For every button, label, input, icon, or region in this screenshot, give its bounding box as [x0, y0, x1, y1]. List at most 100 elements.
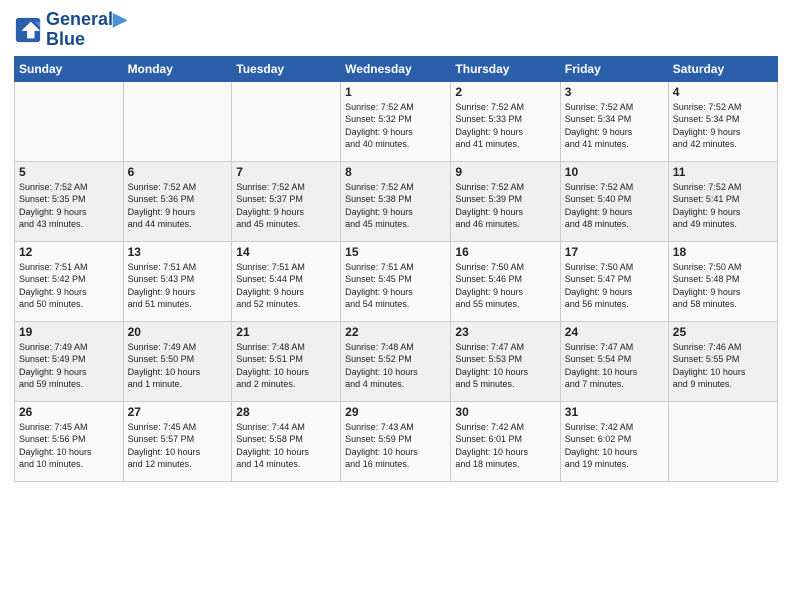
day-cell: 22 Sunrise: 7:48 AM Sunset: 5:52 PM Dayli… — [341, 321, 451, 401]
day-number: 8 — [345, 165, 446, 179]
day-info: Sunrise: 7:51 AM Sunset: 5:44 PM Dayligh… — [236, 261, 336, 311]
day-info: Sunrise: 7:45 AM Sunset: 5:56 PM Dayligh… — [19, 421, 119, 471]
calendar-body: 1Sunrise: 7:52 AM Sunset: 5:32 PM Daylig… — [15, 81, 778, 481]
day-info: Sunrise: 7:52 AM Sunset: 5:39 PM Dayligh… — [455, 181, 555, 231]
logo-icon — [14, 16, 42, 44]
day-info: Sunrise: 7:52 AM Sunset: 5:34 PM Dayligh… — [565, 101, 664, 151]
day-info: Sunrise: 7:49 AM Sunset: 5:49 PM Dayligh… — [19, 341, 119, 391]
day-cell: 26 Sunrise: 7:45 AM Sunset: 5:56 PM Dayli… — [15, 401, 124, 481]
day-cell: 13 Sunrise: 7:51 AM Sunset: 5:43 PM Dayli… — [123, 241, 232, 321]
week-row-5: 26 Sunrise: 7:45 AM Sunset: 5:56 PM Dayli… — [15, 401, 778, 481]
day-number: 31 — [565, 405, 664, 419]
day-cell: 4 Sunrise: 7:52 AM Sunset: 5:34 PM Daylig… — [668, 81, 777, 161]
day-number: 15 — [345, 245, 446, 259]
day-cell: 9 Sunrise: 7:52 AM Sunset: 5:39 PM Daylig… — [451, 161, 560, 241]
day-number: 25 — [673, 325, 773, 339]
day-info: Sunrise: 7:50 AM Sunset: 5:46 PM Dayligh… — [455, 261, 555, 311]
day-number: 22 — [345, 325, 446, 339]
day-number: 21 — [236, 325, 336, 339]
day-cell: 19 Sunrise: 7:49 AM Sunset: 5:49 PM Dayli… — [15, 321, 124, 401]
day-number: 7 — [236, 165, 336, 179]
logo-text: General▶ Blue — [46, 10, 127, 50]
day-number: 30 — [455, 405, 555, 419]
day-number: 28 — [236, 405, 336, 419]
day-info: Sunrise: 7:51 AM Sunset: 5:43 PM Dayligh… — [128, 261, 228, 311]
day-info: Sunrise: 7:52 AM Sunset: 5:35 PM Dayligh… — [19, 181, 119, 231]
day-info: Sunrise: 7:52 AM Sunset: 5:37 PM Dayligh… — [236, 181, 336, 231]
day-header-thursday: Thursday — [451, 56, 560, 81]
day-info: Sunrise: 7:49 AM Sunset: 5:50 PM Dayligh… — [128, 341, 228, 391]
day-number: 12 — [19, 245, 119, 259]
day-cell: 29 Sunrise: 7:43 AM Sunset: 5:59 PM Dayli… — [341, 401, 451, 481]
day-info: Sunrise: 7:52 AM Sunset: 5:33 PM Dayligh… — [455, 101, 555, 151]
day-cell: 18Sunrise: 7:50 AM Sunset: 5:48 PM Dayli… — [668, 241, 777, 321]
day-info: Sunrise: 7:52 AM Sunset: 5:34 PM Dayligh… — [673, 101, 773, 151]
day-info: Sunrise: 7:45 AM Sunset: 5:57 PM Dayligh… — [128, 421, 228, 471]
calendar-header-row: SundayMondayTuesdayWednesdayThursdayFrid… — [15, 56, 778, 81]
week-row-1: 1Sunrise: 7:52 AM Sunset: 5:32 PM Daylig… — [15, 81, 778, 161]
day-info: Sunrise: 7:52 AM Sunset: 5:32 PM Dayligh… — [345, 101, 446, 151]
day-info: Sunrise: 7:51 AM Sunset: 5:45 PM Dayligh… — [345, 261, 446, 311]
day-number: 9 — [455, 165, 555, 179]
day-header-tuesday: Tuesday — [232, 56, 341, 81]
day-cell: 11 Sunrise: 7:52 AM Sunset: 5:41 PM Dayli… — [668, 161, 777, 241]
day-cell: 8 Sunrise: 7:52 AM Sunset: 5:38 PM Daylig… — [341, 161, 451, 241]
day-cell: 24 Sunrise: 7:47 AM Sunset: 5:54 PM Dayli… — [560, 321, 668, 401]
calendar: SundayMondayTuesdayWednesdayThursdayFrid… — [14, 56, 778, 482]
day-cell — [15, 81, 124, 161]
day-number: 10 — [565, 165, 664, 179]
day-cell: 14 Sunrise: 7:51 AM Sunset: 5:44 PM Dayli… — [232, 241, 341, 321]
day-number: 16 — [455, 245, 555, 259]
day-number: 3 — [565, 85, 664, 99]
day-info: Sunrise: 7:50 AM Sunset: 5:47 PM Dayligh… — [565, 261, 664, 311]
week-row-3: 12 Sunrise: 7:51 AM Sunset: 5:42 PM Dayli… — [15, 241, 778, 321]
day-cell: 23Sunrise: 7:47 AM Sunset: 5:53 PM Dayli… — [451, 321, 560, 401]
day-number: 4 — [673, 85, 773, 99]
day-number: 2 — [455, 85, 555, 99]
logo: General▶ Blue — [14, 10, 127, 50]
day-header-sunday: Sunday — [15, 56, 124, 81]
day-header-saturday: Saturday — [668, 56, 777, 81]
day-number: 14 — [236, 245, 336, 259]
day-info: Sunrise: 7:47 AM Sunset: 5:53 PM Dayligh… — [455, 341, 555, 391]
day-number: 13 — [128, 245, 228, 259]
day-info: Sunrise: 7:48 AM Sunset: 5:52 PM Dayligh… — [345, 341, 446, 391]
day-info: Sunrise: 7:42 AM Sunset: 6:01 PM Dayligh… — [455, 421, 555, 471]
day-number: 19 — [19, 325, 119, 339]
day-info: Sunrise: 7:52 AM Sunset: 5:38 PM Dayligh… — [345, 181, 446, 231]
day-number: 29 — [345, 405, 446, 419]
day-header-wednesday: Wednesday — [341, 56, 451, 81]
day-number: 24 — [565, 325, 664, 339]
day-info: Sunrise: 7:51 AM Sunset: 5:42 PM Dayligh… — [19, 261, 119, 311]
day-info: Sunrise: 7:52 AM Sunset: 5:36 PM Dayligh… — [128, 181, 228, 231]
day-cell: 1Sunrise: 7:52 AM Sunset: 5:32 PM Daylig… — [341, 81, 451, 161]
day-info: Sunrise: 7:42 AM Sunset: 6:02 PM Dayligh… — [565, 421, 664, 471]
day-number: 11 — [673, 165, 773, 179]
day-info: Sunrise: 7:50 AM Sunset: 5:48 PM Dayligh… — [673, 261, 773, 311]
day-info: Sunrise: 7:43 AM Sunset: 5:59 PM Dayligh… — [345, 421, 446, 471]
week-row-2: 5Sunrise: 7:52 AM Sunset: 5:35 PM Daylig… — [15, 161, 778, 241]
day-header-monday: Monday — [123, 56, 232, 81]
day-info: Sunrise: 7:52 AM Sunset: 5:40 PM Dayligh… — [565, 181, 664, 231]
day-cell: 15 Sunrise: 7:51 AM Sunset: 5:45 PM Dayli… — [341, 241, 451, 321]
day-number: 26 — [19, 405, 119, 419]
day-cell: 21 Sunrise: 7:48 AM Sunset: 5:51 PM Dayli… — [232, 321, 341, 401]
day-cell: 6 Sunrise: 7:52 AM Sunset: 5:36 PM Daylig… — [123, 161, 232, 241]
day-cell — [232, 81, 341, 161]
day-cell: 31 Sunrise: 7:42 AM Sunset: 6:02 PM Dayli… — [560, 401, 668, 481]
day-cell — [668, 401, 777, 481]
day-cell: 5Sunrise: 7:52 AM Sunset: 5:35 PM Daylig… — [15, 161, 124, 241]
day-cell: 16 Sunrise: 7:50 AM Sunset: 5:46 PM Dayli… — [451, 241, 560, 321]
day-info: Sunrise: 7:48 AM Sunset: 5:51 PM Dayligh… — [236, 341, 336, 391]
day-info: Sunrise: 7:47 AM Sunset: 5:54 PM Dayligh… — [565, 341, 664, 391]
day-info: Sunrise: 7:52 AM Sunset: 5:41 PM Dayligh… — [673, 181, 773, 231]
day-header-friday: Friday — [560, 56, 668, 81]
day-cell: 10 Sunrise: 7:52 AM Sunset: 5:40 PM Dayli… — [560, 161, 668, 241]
day-number: 17 — [565, 245, 664, 259]
day-cell: 30 Sunrise: 7:42 AM Sunset: 6:01 PM Dayli… — [451, 401, 560, 481]
day-cell: 12 Sunrise: 7:51 AM Sunset: 5:42 PM Dayli… — [15, 241, 124, 321]
day-info: Sunrise: 7:46 AM Sunset: 5:55 PM Dayligh… — [673, 341, 773, 391]
day-cell: 17 Sunrise: 7:50 AM Sunset: 5:47 PM Dayli… — [560, 241, 668, 321]
day-cell: 3 Sunrise: 7:52 AM Sunset: 5:34 PM Daylig… — [560, 81, 668, 161]
day-number: 6 — [128, 165, 228, 179]
